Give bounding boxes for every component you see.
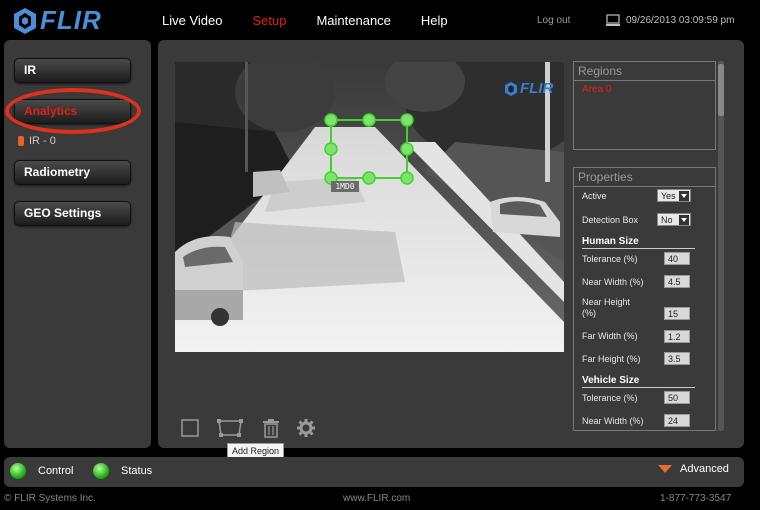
status-led-icon <box>93 463 109 479</box>
human-near-height-label: Near Height (%) <box>582 297 631 318</box>
nav-setup[interactable]: Setup <box>252 13 286 28</box>
datetime-display: 09/26/2013 03:09:59 pm <box>606 14 734 26</box>
datetime-text: 09/26/2013 03:09:59 pm <box>626 14 735 26</box>
human-near-width-input[interactable]: 4.5 <box>664 275 690 288</box>
properties-scrollbar[interactable] <box>718 61 724 431</box>
advanced-toggle[interactable]: Advanced <box>658 463 729 475</box>
vehicle-near-width-input[interactable]: 24 <box>664 414 690 427</box>
advanced-label: Advanced <box>680 463 729 475</box>
human-tolerance-input[interactable]: 40 <box>664 252 690 265</box>
vehicle-tolerance-label: Tolerance (%) <box>582 393 638 403</box>
regions-title: Regions <box>574 62 715 81</box>
footer-website[interactable]: www.FLIR.com <box>343 493 410 504</box>
polygon-icon[interactable] <box>216 418 244 438</box>
detection-box-select[interactable]: No <box>657 213 691 226</box>
active-select-value: Yes <box>661 191 676 201</box>
video-scene <box>175 62 564 352</box>
detection-select-value: No <box>661 215 673 225</box>
rectangle-icon[interactable] <box>180 418 200 438</box>
properties-scrollbar-thumb[interactable] <box>718 64 724 116</box>
highlight-ring <box>5 88 141 134</box>
nav-live-video[interactable]: Live Video <box>162 13 222 28</box>
human-far-width-input[interactable]: 1.2 <box>664 330 690 343</box>
human-tolerance-label: Tolerance (%) <box>582 254 638 264</box>
logo-text: FLIR <box>40 5 102 35</box>
region-item-area-0[interactable]: Area 0 <box>574 81 715 98</box>
properties-title: Properties <box>574 168 715 187</box>
flir-emblem-icon <box>505 81 517 96</box>
header: FLIR Live Video Setup Maintenance Help L… <box>0 0 760 40</box>
active-label: Active <box>582 191 607 201</box>
human-near-width-label: Near Width (%) <box>582 277 644 287</box>
footer-copyright: © FLIR Systems Inc. <box>4 493 96 504</box>
properties-panel: Properties Active Yes Detection Box No H… <box>573 167 716 431</box>
video-overlay-logo: FLIR <box>505 80 553 97</box>
trash-icon[interactable] <box>261 418 281 438</box>
gear-icon[interactable] <box>296 418 316 438</box>
human-far-height-label: Far Height (%) <box>582 354 641 364</box>
video-logo-text: FLIR <box>520 80 554 97</box>
flir-emblem-icon <box>14 7 36 34</box>
human-far-height-input[interactable]: 3.5 <box>664 352 690 365</box>
sidebar-subitem-ir-0[interactable]: IR - 0 <box>18 135 56 147</box>
flir-logo: FLIR <box>14 5 102 36</box>
region-tag: 1MD0 <box>331 181 359 192</box>
detection-box-label: Detection Box <box>582 215 639 225</box>
footer-phone: 1-877-773-3547 <box>660 493 732 504</box>
computer-icon <box>606 14 620 26</box>
main-nav: Live Video Setup Maintenance Help <box>162 13 478 28</box>
nav-maintenance[interactable]: Maintenance <box>316 13 390 28</box>
vehicle-near-width-label: Near Width (%) <box>582 416 644 426</box>
chevron-down-icon <box>679 191 689 201</box>
human-far-width-label: Far Width (%) <box>582 331 638 341</box>
control-status-led-icon <box>10 463 26 479</box>
vehicle-tolerance-input[interactable]: 50 <box>664 391 690 404</box>
thermal-video-feed[interactable] <box>175 62 564 352</box>
regions-panel: Regions Area 0 <box>573 61 716 150</box>
chevron-down-icon <box>658 465 672 473</box>
human-near-height-input[interactable]: 15 <box>664 307 690 320</box>
region-handle[interactable] <box>324 113 338 127</box>
logout-link[interactable]: Log out <box>537 15 570 26</box>
sidebar-item-ir[interactable]: IR <box>14 58 131 83</box>
vehicle-size-heading: Vehicle Size <box>582 375 695 388</box>
nav-help[interactable]: Help <box>421 13 448 28</box>
human-size-heading: Human Size <box>582 236 695 249</box>
status-label[interactable]: Status <box>121 465 152 477</box>
sidebar-subitem-label: IR - 0 <box>29 135 56 147</box>
subitem-marker-icon <box>18 136 24 146</box>
control-label[interactable]: Control <box>38 465 73 477</box>
active-select[interactable]: Yes <box>657 189 691 202</box>
chevron-down-icon <box>679 215 689 225</box>
status-bar <box>4 457 744 487</box>
sidebar-item-geo-settings[interactable]: GEO Settings <box>14 201 131 226</box>
sidebar-item-radiometry[interactable]: Radiometry <box>14 160 131 185</box>
